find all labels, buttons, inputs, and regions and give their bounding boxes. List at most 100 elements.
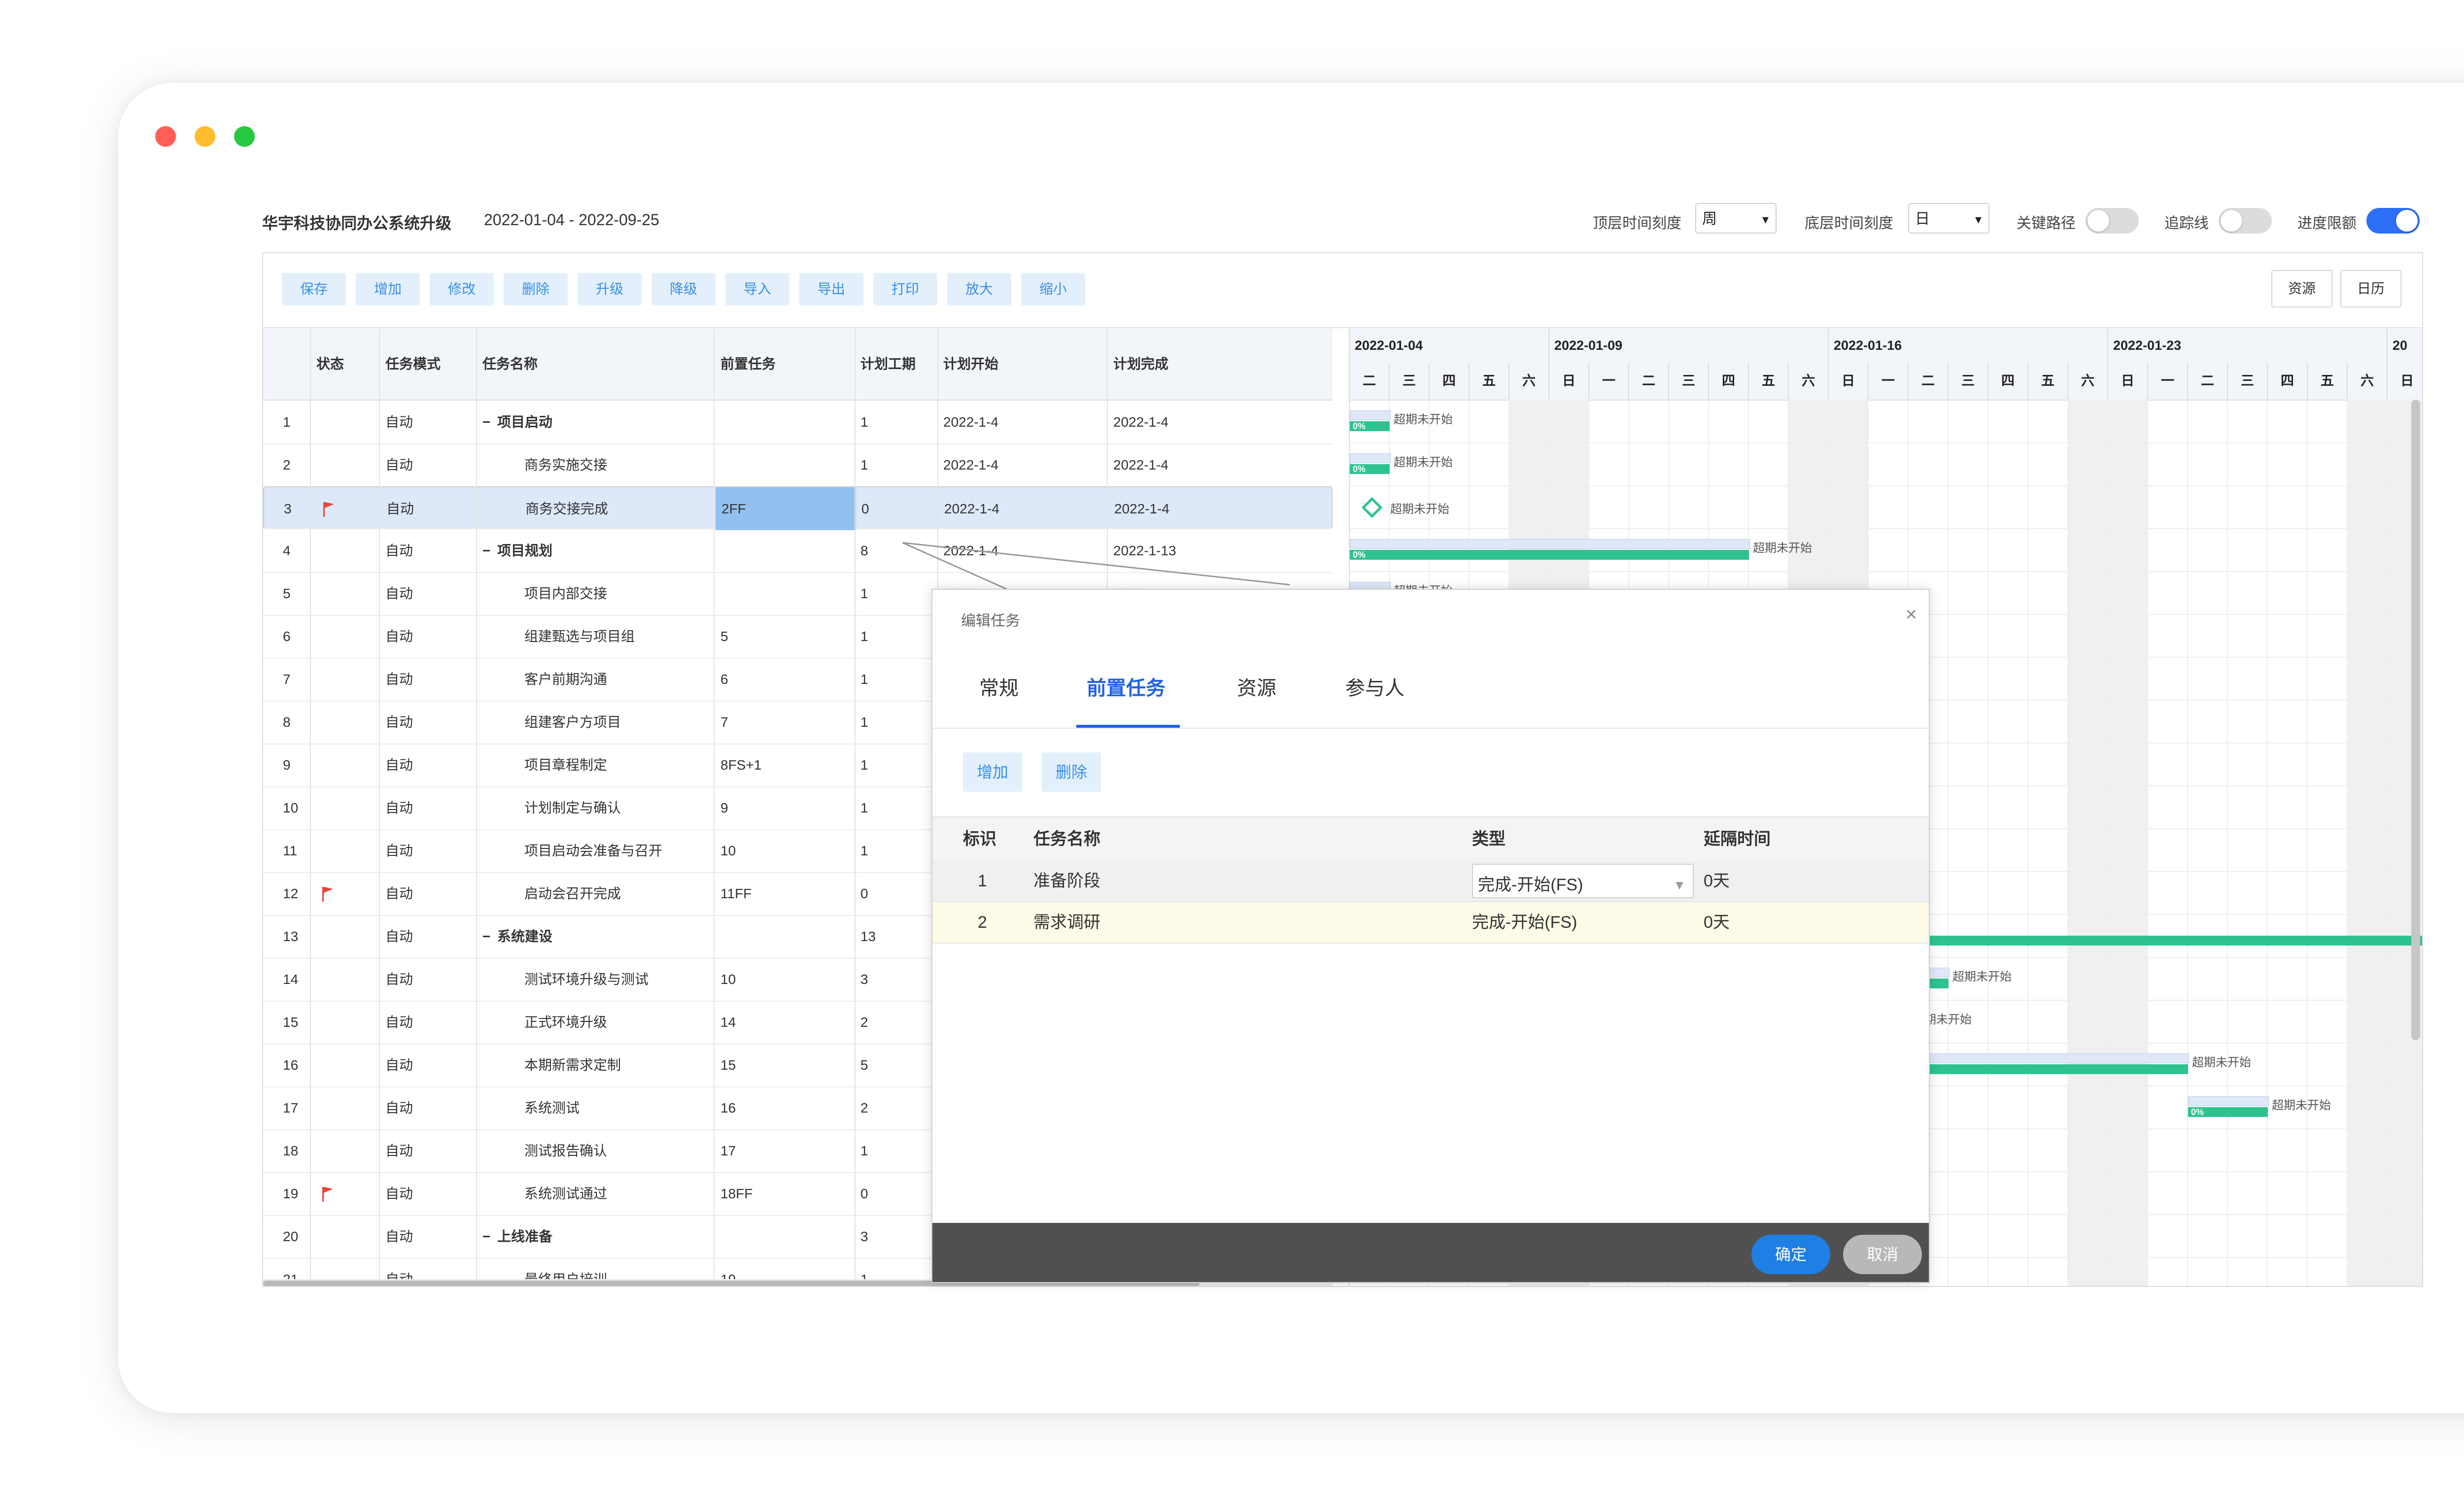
task-bar-baseline[interactable] bbox=[2188, 1096, 2269, 1106]
row-duration[interactable]: 13 bbox=[860, 915, 876, 958]
collapse-icon[interactable]: − bbox=[482, 529, 490, 572]
close-window-icon[interactable] bbox=[155, 126, 176, 147]
row-predecessor[interactable]: 11FF bbox=[720, 872, 752, 915]
header-name[interactable]: 任务名称 bbox=[482, 328, 538, 400]
row-duration[interactable]: 1 bbox=[860, 786, 868, 829]
header-duration[interactable]: 计划工期 bbox=[860, 328, 916, 400]
header-status[interactable]: 状态 bbox=[316, 328, 344, 400]
zoom-in-button[interactable]: 放大 bbox=[947, 273, 1011, 305]
table-row[interactable]: 1 准备阶段 完成-开始(FS) ▼ 0天 bbox=[932, 861, 1929, 902]
row-predecessor[interactable]: 15 bbox=[720, 1044, 736, 1086]
import-button[interactable]: 导入 bbox=[725, 273, 789, 305]
top-scale-select[interactable]: 周 ▾ bbox=[1695, 203, 1777, 234]
row-predecessor[interactable]: 2FF bbox=[721, 487, 746, 530]
row-duration[interactable]: 5 bbox=[860, 1044, 868, 1086]
print-button[interactable]: 打印 bbox=[873, 273, 937, 305]
critical-path-toggle[interactable] bbox=[2086, 208, 2139, 234]
close-icon[interactable]: × bbox=[1906, 604, 1917, 626]
row-predecessor[interactable]: 7 bbox=[720, 701, 728, 744]
table-row[interactable]: 3 自动 商务交接完成 2FF 0 2022-1-4 2022-1-4 bbox=[263, 486, 1333, 530]
tab-participants[interactable]: 参与人 bbox=[1345, 649, 1404, 728]
row-duration[interactable]: 1 bbox=[860, 829, 868, 872]
row-duration[interactable]: 2 bbox=[860, 1001, 868, 1044]
table-row[interactable]: 1 自动 − 项目启动 1 2022-1-4 2022-1-4 bbox=[263, 401, 1333, 444]
row-duration[interactable]: 2 bbox=[860, 1086, 868, 1129]
row-predecessor[interactable]: 14 bbox=[720, 1001, 736, 1044]
row-predecessor[interactable]: 10 bbox=[720, 958, 736, 1001]
row-duration[interactable]: 1 bbox=[860, 572, 868, 615]
row-duration[interactable]: 8 bbox=[860, 529, 868, 572]
delete-predecessor-button[interactable]: 删除 bbox=[1042, 752, 1101, 792]
header-mode[interactable]: 任务模式 bbox=[385, 328, 441, 400]
row-duration[interactable]: 1 bbox=[860, 744, 868, 786]
header-start[interactable]: 计划开始 bbox=[943, 328, 998, 400]
tab-general[interactable]: 常规 bbox=[979, 649, 1019, 728]
row-duration[interactable]: 0 bbox=[861, 487, 869, 530]
collapse-icon[interactable]: − bbox=[482, 915, 490, 958]
row-start[interactable]: 2022-1-4 bbox=[943, 443, 998, 486]
upgrade-button[interactable]: 升级 bbox=[578, 273, 642, 305]
task-bar[interactable]: 0% bbox=[1909, 1064, 2188, 1074]
row-duration[interactable]: 0 bbox=[860, 872, 868, 915]
collapse-icon[interactable]: − bbox=[482, 401, 490, 443]
task-bar-baseline[interactable] bbox=[1350, 539, 1750, 549]
task-bar-baseline[interactable] bbox=[1350, 453, 1391, 463]
baseline-toggle[interactable] bbox=[2219, 208, 2272, 234]
row-duration[interactable]: 1 bbox=[860, 401, 868, 443]
dependency-type-select[interactable]: 完成-开始(FS) ▼ bbox=[1472, 864, 1694, 898]
row-start[interactable]: 2022-1-4 bbox=[944, 487, 999, 530]
row-duration[interactable]: 1 bbox=[860, 701, 868, 744]
row-predecessor[interactable]: 8FS+1 bbox=[720, 744, 761, 786]
row-duration[interactable]: 1 bbox=[860, 443, 868, 486]
progress-line-toggle[interactable] bbox=[2366, 208, 2420, 234]
add-predecessor-button[interactable]: 增加 bbox=[963, 752, 1022, 792]
tab-resources[interactable]: 资源 bbox=[1237, 649, 1276, 728]
row-start[interactable]: 2022-1-4 bbox=[943, 401, 998, 443]
row-duration[interactable]: 0 bbox=[860, 1172, 868, 1215]
minimize-window-icon[interactable] bbox=[195, 126, 215, 147]
row-type[interactable]: 完成-开始(FS) bbox=[1472, 902, 1577, 943]
row-finish[interactable]: 2022-1-4 bbox=[1113, 401, 1168, 443]
save-button[interactable]: 保存 bbox=[282, 273, 346, 305]
task-bar-baseline[interactable] bbox=[1909, 1053, 2189, 1063]
collapse-icon[interactable]: − bbox=[482, 1215, 490, 1258]
cancel-button[interactable]: 取消 bbox=[1843, 1235, 1922, 1274]
row-lag[interactable]: 0天 bbox=[1704, 861, 1730, 901]
header-finish[interactable]: 计划完成 bbox=[1113, 328, 1168, 400]
maximize-window-icon[interactable] bbox=[234, 126, 255, 147]
bottom-scale-select[interactable]: 日 ▾ bbox=[1908, 203, 1989, 234]
add-button[interactable]: 增加 bbox=[356, 273, 420, 305]
row-duration[interactable]: 1 bbox=[860, 615, 868, 658]
row-duration[interactable]: 3 bbox=[860, 958, 868, 1001]
zoom-out-button[interactable]: 缩小 bbox=[1021, 273, 1085, 305]
table-row[interactable]: 2 需求调研 完成-开始(FS) 0天 bbox=[932, 902, 1929, 944]
edit-button[interactable]: 修改 bbox=[430, 273, 494, 305]
table-row[interactable]: 4自动−项目规划82022-1-42022-1-13 bbox=[263, 529, 1333, 573]
row-duration[interactable]: 3 bbox=[860, 1215, 868, 1258]
milestone-icon[interactable] bbox=[1361, 497, 1383, 518]
row-finish[interactable]: 2022-1-4 bbox=[1114, 487, 1169, 530]
row-duration[interactable]: 1 bbox=[860, 1129, 868, 1172]
row-predecessor[interactable]: 18FF bbox=[720, 1172, 753, 1215]
row-predecessor[interactable]: 6 bbox=[720, 658, 728, 701]
row-predecessor[interactable]: 16 bbox=[720, 1086, 736, 1129]
task-bar[interactable]: 0% bbox=[2188, 1107, 2268, 1117]
export-button[interactable]: 导出 bbox=[799, 273, 863, 305]
task-bar-baseline[interactable] bbox=[1350, 410, 1391, 420]
table-row[interactable]: 2 自动 商务实施交接 1 2022-1-4 2022-1-4 bbox=[263, 443, 1333, 487]
row-predecessor[interactable]: 9 bbox=[720, 786, 728, 829]
tab-predecessors[interactable]: 前置任务 bbox=[1087, 649, 1165, 728]
row-duration[interactable]: 1 bbox=[860, 658, 868, 701]
row-predecessor[interactable]: 10 bbox=[720, 829, 736, 872]
row-finish[interactable]: 2022-1-4 bbox=[1113, 443, 1168, 486]
row-predecessor[interactable]: 5 bbox=[720, 615, 728, 658]
task-bar[interactable]: 0% bbox=[1350, 421, 1390, 431]
task-bar[interactable]: 0% bbox=[1350, 464, 1390, 474]
header-predecessor[interactable]: 前置任务 bbox=[720, 328, 776, 400]
calendar-button[interactable]: 日历 bbox=[2340, 270, 2401, 307]
downgrade-button[interactable]: 降级 bbox=[651, 273, 716, 305]
gantt-vertical-scrollbar[interactable] bbox=[2411, 400, 2420, 1040]
task-bar[interactable]: 0% bbox=[1350, 550, 1749, 560]
resource-button[interactable]: 资源 bbox=[2271, 270, 2332, 307]
confirm-button[interactable]: 确定 bbox=[1751, 1235, 1830, 1274]
